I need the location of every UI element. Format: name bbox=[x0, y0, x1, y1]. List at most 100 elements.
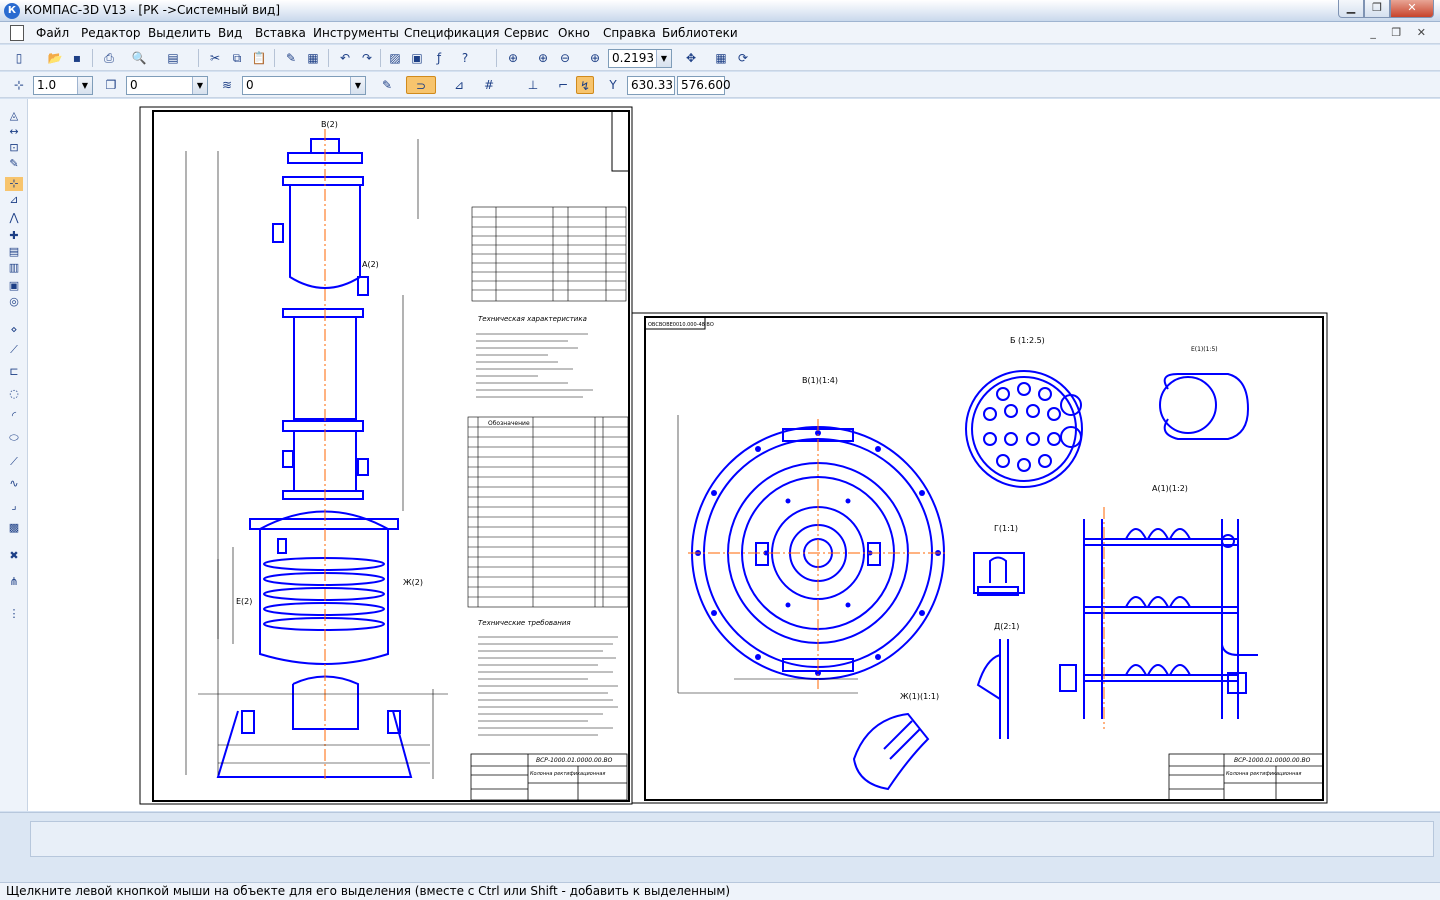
coord-x-field[interactable]: 630.33 bbox=[627, 76, 675, 95]
tech-char-title: Техническая характеристика bbox=[478, 315, 587, 323]
menu-window[interactable]: Окно bbox=[558, 26, 590, 40]
associative-views-icon[interactable]: ✚ bbox=[5, 229, 23, 243]
undo-icon[interactable]: ↶ bbox=[336, 49, 354, 67]
save-icon[interactable]: ▪ bbox=[68, 49, 86, 67]
cursor-step-icon[interactable]: ⊹ bbox=[10, 76, 28, 94]
compact-tools-panel: ◬ ↔ ⊡ ✎ ⊹ ⊿ ⋀ ✚ ▤ ▥ ▣ ◎ ⋄ ⟋ ⊏ ◌ ◜ ⬭ ⟋ ∿ … bbox=[0, 99, 28, 811]
sheet-1-title: Колонна ректификационная bbox=[530, 771, 605, 777]
ellipse-icon[interactable]: ⬭ bbox=[5, 431, 23, 445]
spline-icon[interactable]: ∿ bbox=[5, 477, 23, 491]
view-manager-icon[interactable]: ▣ bbox=[408, 49, 426, 67]
arc-icon[interactable]: ◜ bbox=[5, 409, 23, 423]
coord-y-field[interactable]: 576.600 bbox=[677, 76, 731, 95]
mdi-controls[interactable]: _ ❐ ✕ bbox=[1370, 26, 1432, 39]
round-mode-icon[interactable]: ↯ bbox=[576, 76, 594, 94]
redo-icon[interactable]: ↷ bbox=[358, 49, 376, 67]
view-state-icon[interactable]: ❐ bbox=[102, 76, 120, 94]
drawing-canvas[interactable]: В(2) А(2) Е(2) Ж(2) Техническая характер… bbox=[28, 99, 1440, 811]
designations-icon[interactable]: ⊡ bbox=[5, 141, 23, 155]
document-icon[interactable] bbox=[10, 25, 24, 41]
manager-icon[interactable]: ▦ bbox=[304, 49, 322, 67]
paste-icon[interactable]: 📋 bbox=[250, 49, 268, 67]
parameters-icon[interactable]: ✎ bbox=[378, 76, 396, 94]
menu-help[interactable]: Справка bbox=[603, 26, 656, 40]
drawing-svg: В(2) А(2) Е(2) Ж(2) Техническая характер… bbox=[139, 106, 1328, 805]
layers-icon[interactable]: ≋ bbox=[218, 76, 236, 94]
snap-magnet-icon[interactable]: ⊃ bbox=[406, 76, 436, 94]
variables-icon[interactable]: ▨ bbox=[386, 49, 404, 67]
minimize-button[interactable]: ▁ bbox=[1338, 0, 1364, 18]
close-button[interactable]: ✕ bbox=[1390, 0, 1434, 18]
macro-icon[interactable]: ◎ bbox=[5, 295, 23, 309]
cut-icon[interactable]: ✂ bbox=[206, 49, 224, 67]
zoom-window-icon[interactable]: ⊕ bbox=[504, 49, 522, 67]
function-icon[interactable]: ƒ bbox=[430, 49, 448, 67]
collapse-panel-icon[interactable]: ⋮ bbox=[5, 607, 23, 621]
maximize-button[interactable]: ❐ bbox=[1364, 0, 1390, 18]
step-value: 1.0 bbox=[37, 78, 57, 92]
style-combo[interactable]: 0 ▼ bbox=[242, 76, 366, 95]
new-document-icon[interactable]: ▯ bbox=[10, 49, 28, 67]
menu-tools[interactable]: Инструменты bbox=[313, 26, 399, 40]
zoom-out-icon[interactable]: ⊖ bbox=[556, 49, 574, 67]
pan-icon[interactable]: ✥ bbox=[682, 49, 700, 67]
chamfer-icon[interactable]: ⌟ bbox=[5, 499, 23, 513]
circle-icon[interactable]: ◌ bbox=[5, 387, 23, 401]
orthogonal-icon[interactable]: ⊿ bbox=[450, 76, 468, 94]
parametrization-icon[interactable]: ⊹ bbox=[5, 177, 23, 191]
edit-icon[interactable]: ✎ bbox=[5, 157, 23, 171]
segment-icon[interactable]: ⊏ bbox=[5, 365, 23, 379]
refresh-icon[interactable]: ⟳ bbox=[734, 49, 752, 67]
kompas-app-icon[interactable]: К bbox=[4, 3, 20, 19]
chevron-down-icon[interactable]: ▼ bbox=[77, 77, 92, 94]
properties-icon[interactable]: ▤ bbox=[164, 49, 182, 67]
zoom-scale-icon[interactable]: ⊕ bbox=[586, 49, 604, 67]
insert-icon[interactable]: ▣ bbox=[5, 279, 23, 293]
zoom-in-icon[interactable]: ⊕ bbox=[534, 49, 552, 67]
print-icon[interactable]: ⎙ bbox=[100, 49, 118, 67]
polyline-icon[interactable]: ⟋ bbox=[5, 455, 23, 469]
chevron-down-icon[interactable]: ▼ bbox=[656, 50, 671, 67]
grid-icon[interactable]: # bbox=[480, 76, 498, 94]
zoom-combo[interactable]: 0.2193 ▼ bbox=[608, 49, 672, 68]
hatch-icon[interactable]: ▩ bbox=[5, 521, 23, 535]
menu-specification[interactable]: Спецификация bbox=[404, 26, 499, 40]
properties-panel-box[interactable] bbox=[30, 821, 1434, 857]
dimensions-icon[interactable]: ↔ bbox=[5, 125, 23, 139]
format-brush-icon[interactable]: ✎ bbox=[282, 49, 300, 67]
window-title: КОМПАС-3D V13 - [РК ->Системный вид] bbox=[24, 3, 281, 17]
view-label-a2: А(2) bbox=[362, 260, 379, 269]
chevron-down-icon[interactable]: ▼ bbox=[192, 77, 207, 94]
select-icon[interactable]: ⋀ bbox=[5, 211, 23, 225]
view-label-e2: Е(2) bbox=[236, 597, 252, 606]
menu-edit[interactable]: Редактор bbox=[81, 26, 140, 40]
print-preview-icon[interactable]: 🔍 bbox=[130, 49, 148, 67]
layer-combo[interactable]: 0 ▼ bbox=[126, 76, 208, 95]
view-label-g: Г(1:1) bbox=[994, 524, 1018, 533]
local-cs-icon[interactable]: ⊥ bbox=[524, 76, 542, 94]
spec-icon[interactable]: ▤ bbox=[5, 245, 23, 259]
step-combo[interactable]: 1.0 ▼ bbox=[33, 76, 93, 95]
delete-icon[interactable]: ✖ bbox=[5, 549, 23, 563]
show-all-icon[interactable]: ▦ bbox=[712, 49, 730, 67]
menu-insert[interactable]: Вставка bbox=[255, 26, 306, 40]
copy-icon[interactable]: ⧉ bbox=[228, 49, 246, 67]
chevron-down-icon[interactable]: ▼ bbox=[350, 77, 365, 94]
point-icon[interactable]: ⋄ bbox=[5, 323, 23, 337]
reports-icon[interactable]: ▥ bbox=[5, 261, 23, 275]
menu-select[interactable]: Выделить bbox=[148, 26, 211, 40]
menu-service[interactable]: Сервис bbox=[504, 26, 549, 40]
menu-libraries[interactable]: Библиотеки bbox=[662, 26, 738, 40]
geometry-icon[interactable]: ◬ bbox=[5, 109, 23, 123]
ortho-mode-icon[interactable]: ⌐ bbox=[554, 76, 572, 94]
menu-file[interactable]: Файл bbox=[36, 26, 69, 40]
status-bar: Щелкните левой кнопкой мыши на объекте д… bbox=[0, 882, 1440, 900]
help-pointer-icon[interactable]: ? bbox=[456, 49, 474, 67]
aux-line-icon[interactable]: ⟋ bbox=[5, 343, 23, 357]
sheet-2-stamp-text: ОВСВОВЕ0010.000-48 ВО bbox=[648, 322, 714, 328]
open-icon[interactable]: 📂 bbox=[46, 49, 64, 67]
trim-icon[interactable]: ⋔ bbox=[5, 575, 23, 589]
menu-view[interactable]: Вид bbox=[218, 26, 242, 40]
spec-header: Обозначение bbox=[488, 420, 530, 427]
measure-icon[interactable]: ⊿ bbox=[5, 193, 23, 207]
